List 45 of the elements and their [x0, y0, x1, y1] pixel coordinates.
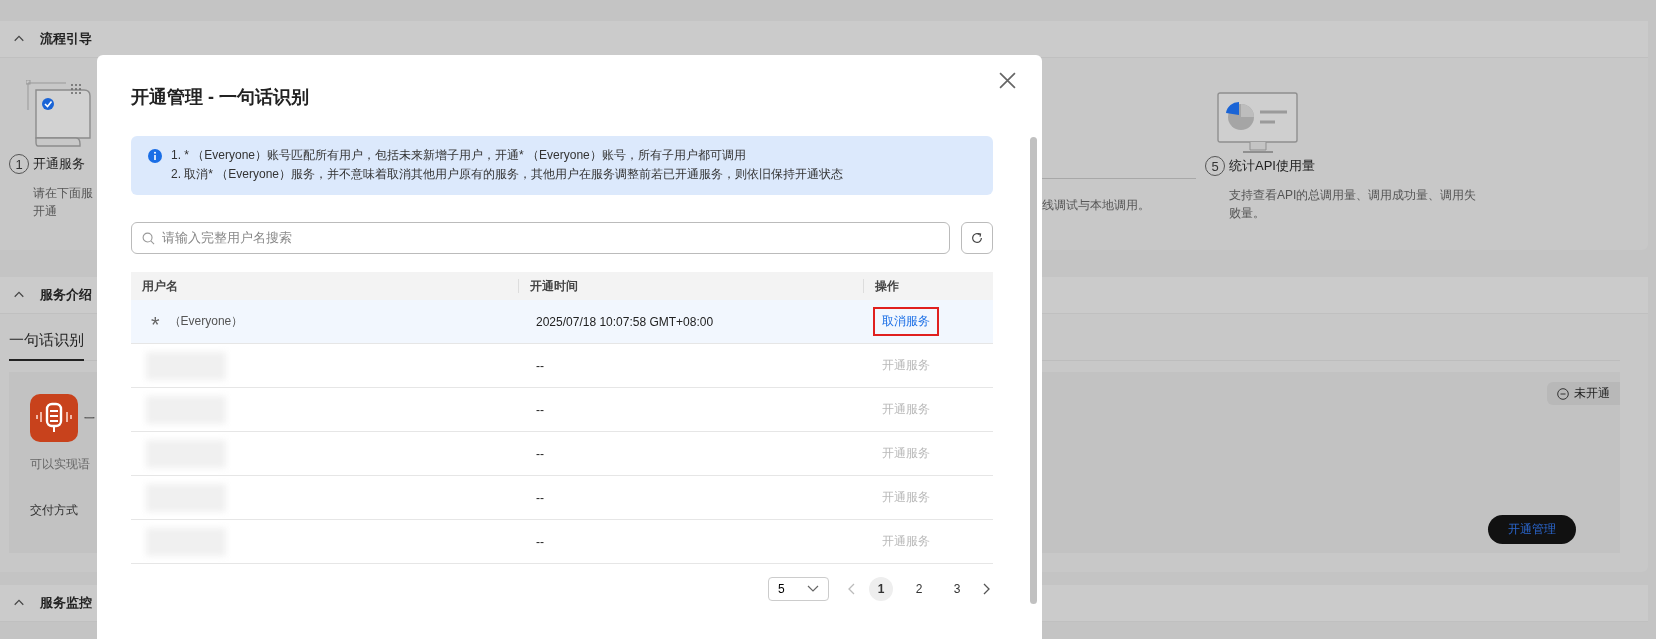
section-header[interactable]: 流程引导 — [0, 21, 1648, 58]
page-button[interactable]: 2 — [907, 577, 931, 601]
column-header: 用户名 — [141, 279, 179, 293]
table-cell: -- — [536, 358, 544, 373]
next-page-icon[interactable] — [983, 583, 991, 595]
dialog-title: 开通管理 - 一句话识别 — [131, 86, 310, 109]
table-cell: （Everyone） — [168, 313, 244, 330]
status-badge: 未开通 — [1547, 382, 1620, 405]
column-header: 开通时间 — [518, 279, 863, 293]
notice-text: 2. 取消* （Everyone）服务，并不意味着取消其他用户原有的服务，其他用户在服务调整前若已开通服务，则依旧保持开通状态 — [171, 166, 844, 183]
table-cell: -- — [536, 446, 544, 461]
close-icon[interactable] — [999, 72, 1016, 89]
step-label: 统计API使用量 — [1229, 157, 1315, 175]
page-size-select[interactable]: 5 — [768, 577, 829, 601]
section-title: 流程引导 — [40, 30, 92, 48]
delivery-label: 交付方式 — [30, 502, 78, 519]
section-title: 服务监控 — [40, 594, 92, 612]
service-title: 一 — [84, 410, 95, 426]
caret-icon — [807, 585, 819, 593]
page-button[interactable]: 1 — [869, 577, 893, 601]
monitor-chart-icon — [1217, 92, 1299, 154]
microphone-app-icon — [30, 394, 78, 442]
previous-page-icon[interactable] — [847, 583, 855, 595]
step-label: 开通服务 — [33, 155, 85, 173]
table-cell: -- — [536, 534, 544, 549]
step-description: 线调试与本地调用。 — [1042, 197, 1151, 214]
service-description: 可以实现语 — [30, 456, 91, 473]
refresh-button[interactable] — [961, 222, 993, 254]
info-icon — [148, 149, 162, 163]
manage-button[interactable]: 开通管理 — [1488, 515, 1576, 544]
tab[interactable]: 一句话识别 — [9, 331, 84, 361]
table-cell: -- — [536, 402, 544, 417]
page-button[interactable]: 3 — [945, 577, 969, 601]
scrollbar[interactable] — [1030, 137, 1037, 604]
section-title: 服务介绍 — [40, 286, 92, 304]
wildcard-mark: * — [151, 313, 160, 336]
notice-text: 1. * （Everyone）账号匹配所有用户，包括未来新增子用户，开通* （Everyone）账号，所有子用户都可调用 — [171, 147, 747, 164]
column-header: 操作 — [863, 279, 993, 293]
table-cell: 2025/07/18 10:07:58 GMT+08:00 — [536, 314, 714, 329]
step-description: 请在下面服 开通 — [33, 185, 94, 220]
table-cell: -- — [536, 490, 544, 505]
search-field[interactable]: 请输入完整用户名搜索 — [131, 222, 950, 254]
search-icon — [142, 232, 155, 245]
refresh-icon — [970, 231, 984, 245]
step-description: 支持查看API的总调用量、调用成功量、调用失 败量。 — [1229, 187, 1478, 222]
